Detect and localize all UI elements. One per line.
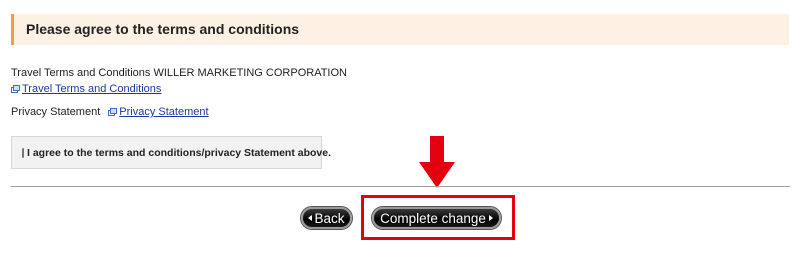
chevron-right-icon bbox=[488, 215, 493, 221]
section-header: Please agree to the terms and conditions bbox=[11, 14, 789, 45]
back-button[interactable]: Back bbox=[301, 207, 352, 229]
terms-description: Travel Terms and Conditions WILLER MARKE… bbox=[11, 67, 347, 79]
terms-agreement-page: Please agree to the terms and conditions… bbox=[0, 0, 800, 257]
privacy-label: Privacy Statement bbox=[11, 106, 101, 118]
privacy-row: Privacy Statement Privacy Statement bbox=[11, 106, 209, 118]
privacy-link[interactable]: Privacy Statement bbox=[119, 106, 208, 118]
terms-link-row: Travel Terms and Conditions bbox=[11, 83, 161, 95]
down-arrow-icon bbox=[419, 136, 455, 188]
section-title: Please agree to the terms and conditions bbox=[26, 21, 300, 37]
agree-checkbox[interactable] bbox=[22, 147, 24, 158]
external-link-icon bbox=[108, 108, 118, 116]
complete-change-label: Complete change bbox=[380, 210, 486, 226]
complete-change-button[interactable]: Complete change bbox=[372, 207, 501, 229]
external-link-icon bbox=[11, 85, 20, 93]
agree-checkbox-label[interactable]: I agree to the terms and conditions/priv… bbox=[27, 147, 331, 159]
divider bbox=[11, 186, 790, 187]
back-button-label: Back bbox=[314, 210, 345, 226]
agreement-box: I agree to the terms and conditions/priv… bbox=[11, 136, 331, 169]
terms-link[interactable]: Travel Terms and Conditions bbox=[22, 83, 161, 95]
chevron-left-icon bbox=[308, 215, 313, 221]
